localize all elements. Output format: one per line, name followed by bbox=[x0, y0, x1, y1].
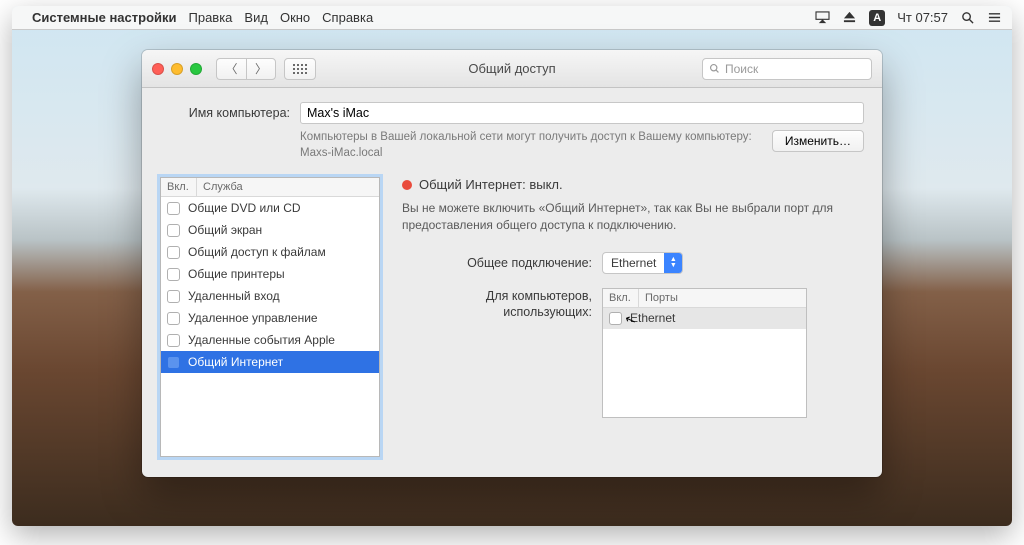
service-checkbox[interactable] bbox=[167, 356, 180, 369]
search-placeholder: Поиск bbox=[725, 62, 758, 76]
back-button[interactable]: 〈 bbox=[216, 58, 246, 80]
eject-icon[interactable] bbox=[842, 11, 857, 24]
service-row[interactable]: Удаленное управление bbox=[161, 307, 379, 329]
port-row[interactable]: ↖Ethernet bbox=[603, 308, 806, 329]
close-button[interactable] bbox=[152, 63, 164, 75]
menubar-clock[interactable]: Чт 07:57 bbox=[897, 10, 948, 25]
service-label: Общий Интернет bbox=[188, 355, 283, 369]
service-checkbox[interactable] bbox=[167, 334, 180, 347]
status-indicator-icon bbox=[402, 180, 412, 190]
airplay-icon[interactable] bbox=[815, 11, 830, 24]
service-row[interactable]: Общий Интернет bbox=[161, 351, 379, 373]
service-checkbox[interactable] bbox=[167, 246, 180, 259]
menu-edit[interactable]: Правка bbox=[189, 10, 233, 25]
show-all-button[interactable] bbox=[284, 58, 316, 80]
computer-name-label: Имя компьютера: bbox=[160, 106, 300, 120]
zoom-button[interactable] bbox=[190, 63, 202, 75]
services-header-on: Вкл. bbox=[161, 178, 197, 196]
service-row[interactable]: Общие принтеры bbox=[161, 263, 379, 285]
input-source-icon[interactable]: А bbox=[869, 10, 885, 26]
notification-center-icon[interactable] bbox=[987, 11, 1002, 24]
service-label: Общие DVD или CD bbox=[188, 201, 301, 215]
share-from-value: Ethernet bbox=[611, 256, 656, 270]
change-name-button[interactable]: Изменить… bbox=[772, 130, 864, 152]
service-label: Удаленные события Apple bbox=[188, 333, 335, 347]
to-computers-label: Для компьютеров, использующих: bbox=[402, 288, 602, 321]
computer-name-input[interactable] bbox=[300, 102, 864, 124]
window-titlebar[interactable]: 〈 〉 Общий доступ Поиск bbox=[142, 50, 882, 88]
services-header-service: Служба bbox=[197, 178, 379, 196]
service-row[interactable]: Удаленные события Apple bbox=[161, 329, 379, 351]
status-description: Вы не можете включить «Общий Интернет», … bbox=[402, 200, 864, 234]
forward-button[interactable]: 〉 bbox=[246, 58, 276, 80]
preferences-window: 〈 〉 Общий доступ Поиск Имя компьютера: К… bbox=[142, 50, 882, 477]
ports-header-on: Вкл. bbox=[603, 289, 639, 307]
computer-name-hint: Компьютеры в Вашей локальной сети могут … bbox=[300, 130, 760, 161]
menu-window[interactable]: Окно bbox=[280, 10, 310, 25]
service-label: Удаленный вход bbox=[188, 289, 280, 303]
menu-help[interactable]: Справка bbox=[322, 10, 373, 25]
service-checkbox[interactable] bbox=[167, 312, 180, 325]
service-checkbox[interactable] bbox=[167, 290, 180, 303]
app-menu[interactable]: Системные настройки bbox=[32, 10, 177, 25]
service-row[interactable]: Общие DVD или CD bbox=[161, 197, 379, 219]
spotlight-icon[interactable] bbox=[960, 11, 975, 24]
minimize-button[interactable] bbox=[171, 63, 183, 75]
services-table[interactable]: Вкл. Служба Общие DVD или CD Общий экран О… bbox=[160, 177, 380, 457]
service-label: Удаленное управление bbox=[188, 311, 318, 325]
service-checkbox[interactable] bbox=[167, 202, 180, 215]
service-label: Общий доступ к файлам bbox=[188, 245, 326, 259]
ports-header-ports: Порты bbox=[639, 289, 806, 307]
share-from-select[interactable]: Ethernet ▲▼ bbox=[602, 252, 683, 274]
port-checkbox[interactable] bbox=[609, 312, 622, 325]
search-input[interactable]: Поиск bbox=[702, 58, 872, 80]
service-label: Общие принтеры bbox=[188, 267, 285, 281]
share-from-label: Общее подключение: bbox=[402, 256, 602, 270]
menu-view[interactable]: Вид bbox=[244, 10, 268, 25]
ports-table[interactable]: Вкл. Порты ↖Ethernet bbox=[602, 288, 807, 418]
service-checkbox[interactable] bbox=[167, 224, 180, 237]
window-title: Общий доступ bbox=[468, 61, 555, 76]
service-row[interactable]: Общий доступ к файлам bbox=[161, 241, 379, 263]
service-checkbox[interactable] bbox=[167, 268, 180, 281]
menu-bar: Системные настройки Правка Вид Окно Спра… bbox=[12, 6, 1012, 30]
service-label: Общий экран bbox=[188, 223, 262, 237]
status-title: Общий Интернет: выкл. bbox=[419, 177, 563, 192]
service-row[interactable]: Общий экран bbox=[161, 219, 379, 241]
chevron-up-down-icon: ▲▼ bbox=[664, 253, 682, 273]
service-row[interactable]: Удаленный вход bbox=[161, 285, 379, 307]
